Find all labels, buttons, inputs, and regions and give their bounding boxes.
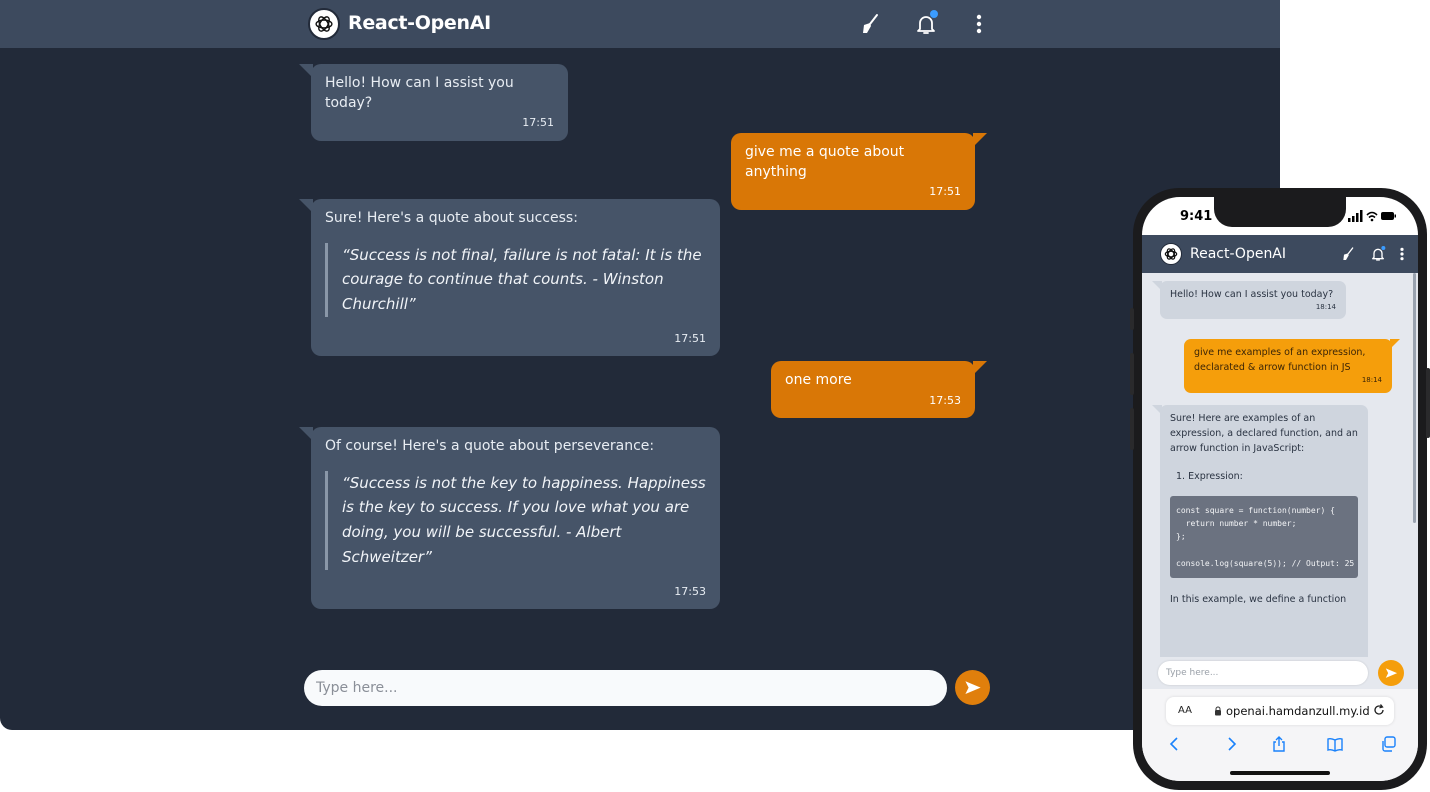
lock-icon [1215, 706, 1221, 716]
openai-logo-icon [308, 8, 340, 40]
message-text: Hello! How can I assist you today? [1170, 289, 1334, 300]
message-time: 17:53 [929, 393, 961, 407]
more-vertical-icon[interactable] [1394, 246, 1410, 262]
status-icons [1348, 210, 1396, 222]
phone-input-bar [1142, 657, 1418, 689]
message-input[interactable] [304, 670, 947, 706]
message-time: 17:51 [929, 185, 961, 199]
message-quote: “Success is not final, failure is not fa… [325, 242, 706, 317]
more-vertical-icon[interactable] [967, 12, 991, 36]
tabs-icon[interactable] [1380, 735, 1398, 753]
share-icon[interactable] [1270, 735, 1288, 753]
phone-mute-switch [1130, 308, 1134, 330]
status-time: 9:41 [1180, 209, 1213, 224]
bot-message: Of course! Here's a quote about persever… [299, 427, 720, 609]
code-block: const square = function(number) { return… [1170, 495, 1358, 578]
user-message: one more 17:53 [771, 361, 987, 418]
message-quote: “Success is not the key to happiness. Ha… [325, 470, 706, 570]
send-icon [1385, 668, 1397, 678]
message-text: give me examples of an expression, decla… [1194, 347, 1366, 374]
text-size-button[interactable]: AA [1178, 705, 1192, 716]
bookmarks-icon[interactable] [1326, 735, 1344, 753]
user-message: give me examples of an expression, decla… [1184, 339, 1400, 393]
openai-logo-icon [1160, 243, 1182, 265]
send-icon [965, 681, 981, 694]
phone-power-button [1426, 368, 1430, 438]
phone-mockup: 9:41 React-OpenAI Hello! How can I assis… [1130, 188, 1430, 790]
app-title: React-OpenAI [348, 12, 491, 34]
message-input-wrapper [304, 670, 947, 706]
user-message: give me a quote about anything 17:51 [731, 133, 987, 210]
bell-icon[interactable] [914, 10, 938, 36]
forward-icon[interactable] [1222, 735, 1240, 753]
showcase: React-OpenAI Hello! How can I assist you… [0, 0, 1430, 792]
message-text: Of course! Here's a quote about persever… [325, 438, 655, 454]
message-time: 18:14 [1361, 376, 1382, 385]
address-bar[interactable]: AA openai.hamdanzull.my.id [1166, 697, 1394, 725]
message-text: Sure! Here's a quote about success: [325, 210, 578, 226]
bot-message: Hello! How can I assist you today? 17:51 [299, 64, 568, 141]
message-input-wrapper [1158, 661, 1368, 685]
phone-notch [1214, 197, 1346, 227]
message-text: give me a quote about anything [745, 144, 905, 180]
message-text: In this example, we define a function [1170, 593, 1347, 605]
message-time: 17:53 [674, 584, 706, 598]
list-item: 1. Expression: [1176, 470, 1243, 482]
message-time: 18:14 [1315, 303, 1336, 312]
bot-message: Sure! Here are examples of an expression… [1152, 405, 1368, 657]
app-title: React-OpenAI [1190, 246, 1287, 262]
bot-message: Sure! Here's a quote about success: “Suc… [299, 199, 720, 357]
url-text: openai.hamdanzull.my.id [1226, 704, 1370, 718]
message-text: one more [785, 372, 852, 388]
notification-dot [930, 10, 938, 18]
app-header: React-OpenAI [0, 0, 1280, 48]
send-button[interactable] [1378, 660, 1404, 686]
broom-icon[interactable] [858, 12, 882, 36]
message-time: 17:51 [674, 331, 706, 345]
phone-volume-up [1130, 353, 1134, 395]
desktop-app-window: React-OpenAI Hello! How can I assist you… [0, 0, 1280, 730]
phone-chat-area: Hello! How can I assist you today? 18:14… [1142, 273, 1418, 657]
message-text: Hello! How can I assist you today? [325, 75, 514, 111]
message-input[interactable] [1158, 661, 1368, 685]
back-icon[interactable] [1166, 735, 1184, 753]
phone-screen: 9:41 React-OpenAI Hello! How can I assis… [1142, 197, 1418, 781]
scrollbar[interactable] [1413, 273, 1416, 523]
phone-app-header: React-OpenAI [1142, 235, 1418, 273]
reload-icon[interactable] [1372, 703, 1386, 717]
phone-volume-down [1130, 408, 1134, 450]
safari-toolbar: AA openai.hamdanzull.my.id [1142, 689, 1418, 781]
bot-message: Hello! How can I assist you today? 18:14 [1152, 281, 1346, 320]
send-button[interactable] [955, 670, 990, 705]
bell-icon[interactable] [1370, 246, 1386, 262]
broom-icon[interactable] [1340, 246, 1356, 262]
home-indicator [1230, 771, 1330, 775]
message-text: Sure! Here are examples of an expression… [1170, 413, 1358, 455]
message-time: 17:51 [522, 116, 554, 130]
